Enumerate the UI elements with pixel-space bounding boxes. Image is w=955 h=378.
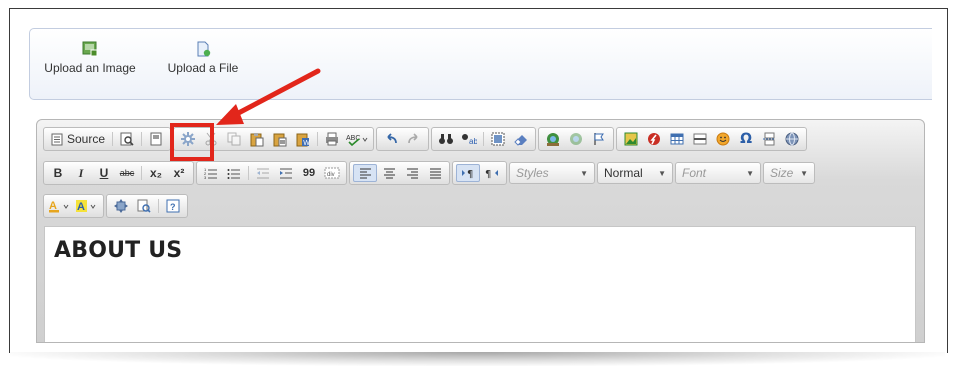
bottom-shadow (10, 352, 945, 366)
arrow-annotation-icon (216, 68, 321, 125)
